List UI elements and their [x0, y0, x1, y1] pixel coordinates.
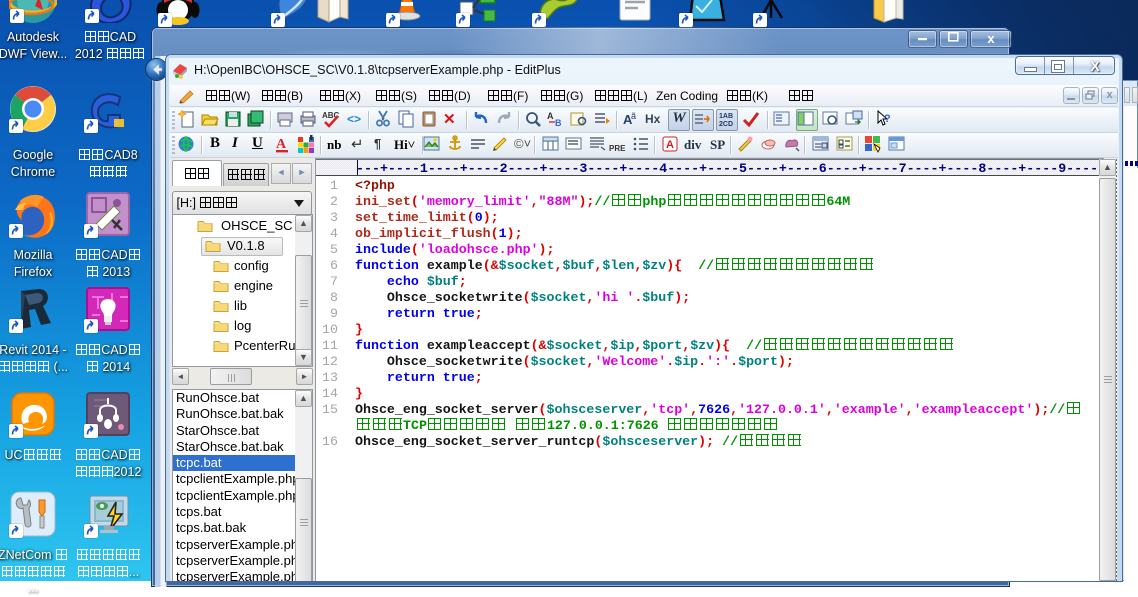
- svg-text:B: B: [555, 118, 562, 128]
- svg-text:<>: <>: [347, 112, 361, 126]
- svg-text:ã: ã: [631, 111, 636, 121]
- svg-text:Hx: Hx: [645, 112, 661, 126]
- svg-text:A: A: [547, 111, 554, 121]
- svg-text:A: A: [666, 139, 674, 151]
- svg-text:?: ?: [884, 113, 891, 125]
- svg-text:A: A: [276, 137, 287, 152]
